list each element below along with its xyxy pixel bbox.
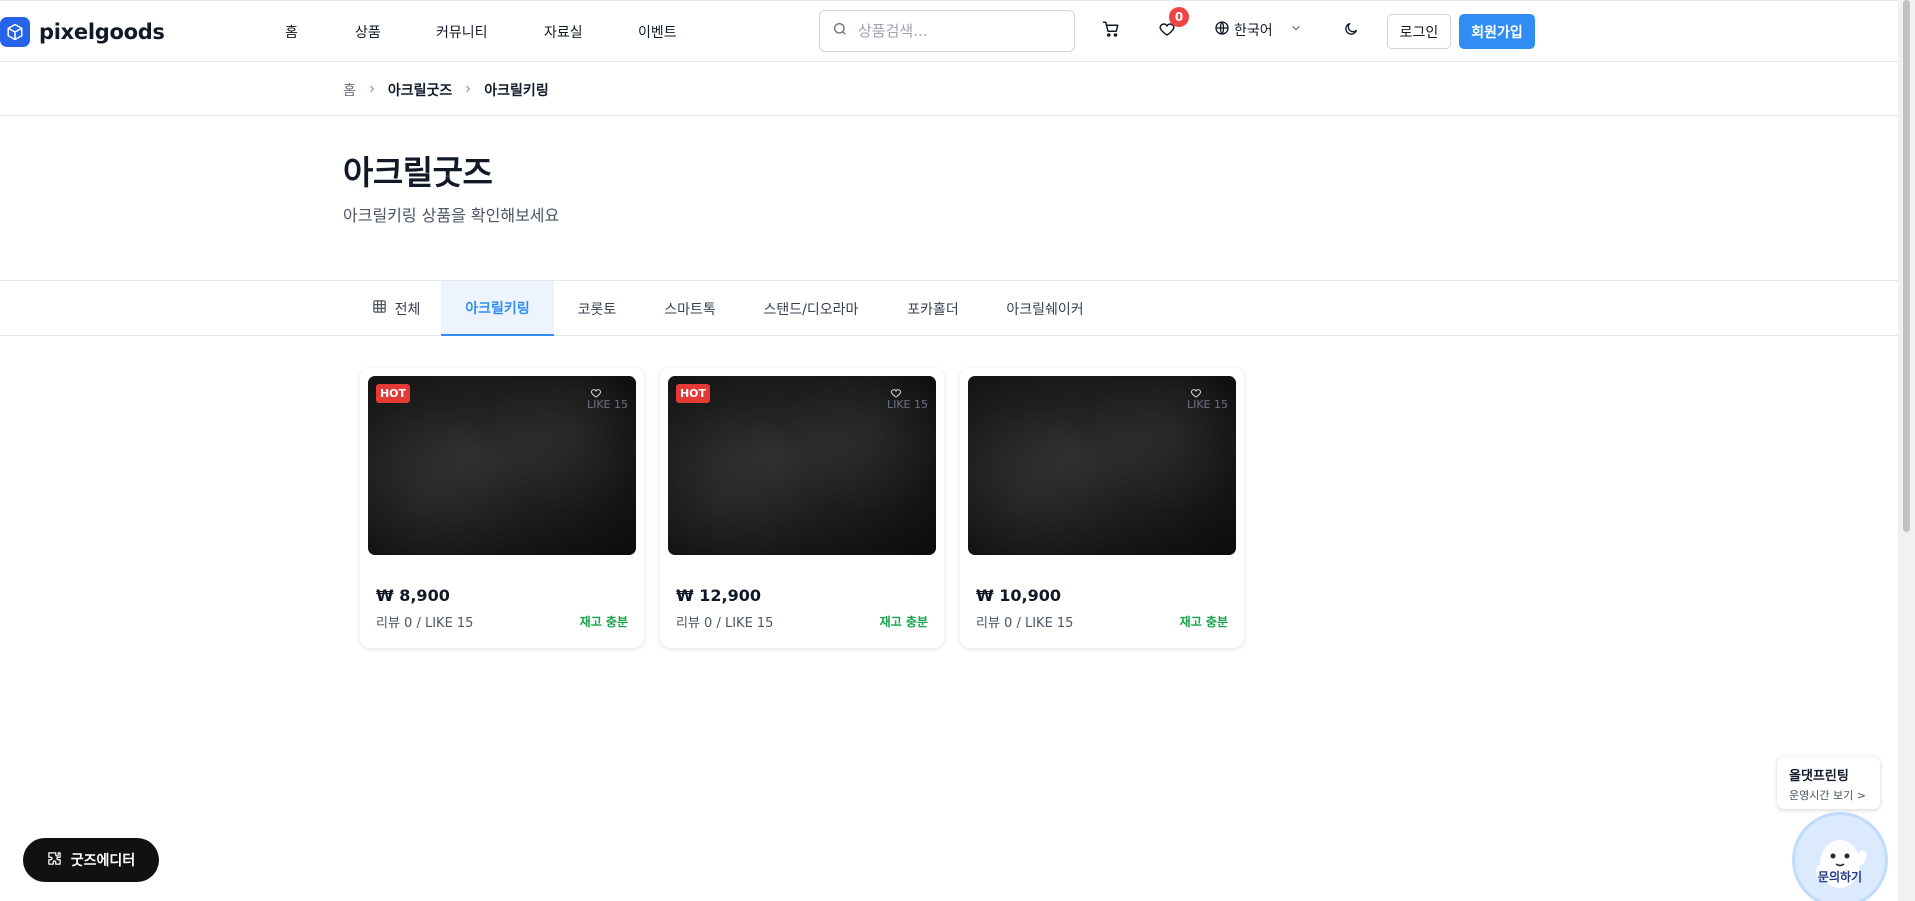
brand-logo[interactable]: pixelgoods xyxy=(0,17,165,47)
product-card[interactable]: HOT LIKE 15 ₩ 8,900 리뷰 0 / LIKE 15 재고 충분 xyxy=(360,368,644,648)
breadcrumb-bar: 홈 아크릴굿즈 아크릴키링 xyxy=(0,62,1898,116)
search-input[interactable] xyxy=(858,22,1048,40)
moon-icon xyxy=(1343,21,1359,41)
tab-acrylic-keyring[interactable]: 아크릴키링 xyxy=(441,281,554,336)
cart-button[interactable] xyxy=(1098,18,1124,44)
inquiry-label: 문의하기 xyxy=(1817,870,1863,884)
page-scrollbar[interactable] xyxy=(1898,0,1915,901)
tab-corotto[interactable]: 코롯토 xyxy=(554,281,640,336)
scrollbar-thumb[interactable] xyxy=(1903,0,1910,532)
hot-badge: HOT xyxy=(676,384,710,403)
tab-smarttok[interactable]: 스마트톡 xyxy=(640,281,740,336)
nav-item-community[interactable]: 커뮤니티 xyxy=(436,22,488,42)
page: pixelgoods 홈 상품 커뮤니티 자료실 이벤트 상품검색... 0 한… xyxy=(0,0,1915,901)
nav-item-home[interactable]: 홈 xyxy=(285,22,298,42)
inquiry-button[interactable]: 문의하기 xyxy=(1792,812,1888,901)
hot-badge: HOT xyxy=(376,384,410,403)
product-image: HOT LIKE 15 xyxy=(668,376,936,555)
product-image: HOT LIKE 15 xyxy=(368,376,636,555)
company-name: 올댓프린팅 xyxy=(1789,769,1849,784)
page-title: 아크릴굿즈 xyxy=(343,153,493,192)
breadcrumb-current: 아크릴키링 xyxy=(484,83,549,99)
cart-icon xyxy=(1102,20,1120,42)
product-meta: 리뷰 0 / LIKE 15 xyxy=(376,616,474,631)
tab-photocard-holder[interactable]: 포카홀더 xyxy=(882,281,984,336)
tab-stand-diorama[interactable]: 스탠드/디오라마 xyxy=(740,281,882,336)
product-price: ₩ 12,900 xyxy=(676,586,761,605)
product-price: ₩ 8,900 xyxy=(376,586,450,605)
goods-editor-button[interactable]: 굿즈에디터 xyxy=(23,838,159,882)
nav-item-library[interactable]: 자료실 xyxy=(544,22,583,42)
language-selector[interactable]: 한국어 xyxy=(1214,20,1303,40)
cube-icon xyxy=(0,17,30,47)
chevron-right-icon xyxy=(462,83,474,98)
login-button[interactable]: 로그인 xyxy=(1387,14,1451,49)
tab-label: 스마트톡 xyxy=(664,301,716,318)
product-meta: 리뷰 0 / LIKE 15 xyxy=(976,616,1074,631)
breadcrumb: 홈 아크릴굿즈 아크릴키링 xyxy=(343,80,549,100)
tab-label: 스탠드/디오라마 xyxy=(763,301,859,318)
signup-button[interactable]: 회원가입 xyxy=(1459,14,1535,49)
product-card[interactable]: LIKE 15 ₩ 10,900 리뷰 0 / LIKE 15 재고 충분 xyxy=(960,368,1244,648)
chevron-down-icon xyxy=(1289,21,1303,39)
product-card[interactable]: HOT LIKE 15 ₩ 12,900 리뷰 0 / LIKE 15 재고 충… xyxy=(660,368,944,648)
brand-name: pixelgoods xyxy=(39,20,165,44)
wishlist-count-badge: 0 xyxy=(1169,7,1189,27)
product-meta: 리뷰 0 / LIKE 15 xyxy=(676,616,774,631)
tab-label: 아크릴키링 xyxy=(465,300,530,317)
breadcrumb-category[interactable]: 아크릴굿즈 xyxy=(388,80,452,100)
like-count: LIKE 15 xyxy=(1186,398,1228,411)
tab-label: 아크릴쉐이커 xyxy=(1006,301,1084,318)
nav-item-event[interactable]: 이벤트 xyxy=(638,22,677,42)
tab-acrylic-shaker[interactable]: 아크릴쉐이커 xyxy=(984,281,1106,336)
stock-status: 재고 충분 xyxy=(579,615,628,629)
search-icon xyxy=(832,21,848,41)
tab-label: 코롯토 xyxy=(577,301,617,318)
globe-icon xyxy=(1214,20,1230,40)
operating-hours-link[interactable]: 운영시간 보기 > xyxy=(1789,787,1880,803)
tab-label: 포카홀더 xyxy=(907,301,959,318)
like-count: LIKE 15 xyxy=(886,398,928,411)
stock-status: 재고 충분 xyxy=(1179,615,1228,629)
grid-icon xyxy=(372,299,387,318)
stock-status: 재고 충분 xyxy=(879,615,928,629)
category-tabs: 전체 아크릴키링 코롯토 스마트톡 스탠드/디오라마 포카홀더 아크릴쉐이커 xyxy=(0,280,1898,336)
goods-editor-label: 굿즈에디터 xyxy=(70,853,136,869)
theme-toggle-button[interactable] xyxy=(1338,18,1364,44)
language-label: 한국어 xyxy=(1234,23,1273,39)
chevron-right-icon xyxy=(366,83,378,98)
top-header: pixelgoods 홈 상품 커뮤니티 자료실 이벤트 상품검색... 0 한… xyxy=(0,0,1898,62)
tab-all[interactable]: 전체 xyxy=(351,281,441,336)
nav-item-products[interactable]: 상품 xyxy=(355,22,381,42)
product-price: ₩ 10,900 xyxy=(976,586,1061,605)
operating-hours-box[interactable]: 올댓프린팅 운영시간 보기 > xyxy=(1777,757,1880,809)
breadcrumb-home[interactable]: 홈 xyxy=(343,80,356,100)
search-box[interactable] xyxy=(819,10,1075,52)
like-count: LIKE 15 xyxy=(586,398,628,411)
page-subtitle: 아크릴키링 상품을 확인해보세요 xyxy=(343,206,560,225)
product-image: LIKE 15 xyxy=(968,376,1236,555)
puzzle-icon xyxy=(47,851,62,870)
tab-label: 전체 xyxy=(394,301,421,318)
